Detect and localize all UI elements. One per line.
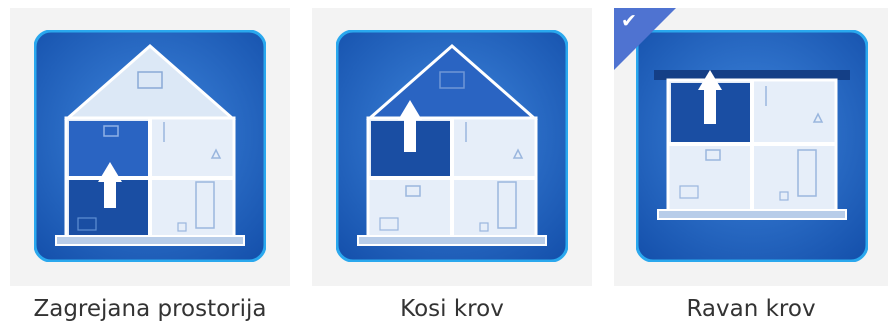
option-label-pitched-roof: Kosi krov <box>400 296 504 322</box>
selected-badge: ✔ <box>614 8 676 70</box>
option-flat-roof[interactable]: ✔ <box>614 8 888 286</box>
checkmark-icon: ✔ <box>621 11 637 32</box>
option-label-flat-roof: Ravan krov <box>686 296 816 322</box>
house-pitched-roof-icon <box>336 30 568 262</box>
option-heated-room[interactable] <box>10 8 290 286</box>
house-heated-room-icon <box>34 30 266 262</box>
option-label-heated-room: Zagrejana prostorija <box>33 296 267 322</box>
roof-type-options: ✔ Zagrejana prostorija Kosi krov Ravan k… <box>0 0 888 324</box>
option-pitched-roof[interactable] <box>312 8 592 286</box>
